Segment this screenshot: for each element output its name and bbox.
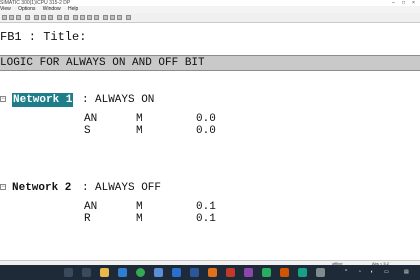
simatic-icon[interactable] [208,268,217,277]
app-icon[interactable] [280,268,289,277]
network-1-separator: : [82,94,89,106]
explorer-icon[interactable] [100,268,109,277]
coil-icon[interactable] [110,15,115,20]
collapse-icon[interactable]: − [0,96,6,102]
menu-item-help[interactable]: Help [68,6,78,12]
stl-area: M [136,113,143,125]
volume-icon[interactable]: ◖ [370,268,373,277]
box-icon[interactable] [117,15,122,20]
notification-icon[interactable]: ▤ [404,268,409,277]
copy-icon[interactable] [41,15,46,20]
store-icon[interactable] [154,268,163,277]
stl-address: 0.1 [196,213,216,225]
clock-icon[interactable]: ▭ [384,268,389,277]
block-comment[interactable]: LOGIC FOR ALWAYS ON AND OFF BIT [0,55,420,71]
contact-icon[interactable] [103,15,108,20]
stl-operation: S [84,125,91,137]
ladder-view-icon[interactable] [80,15,85,20]
collapse-icon[interactable]: − [0,184,6,190]
edge-icon[interactable] [118,268,127,277]
cut-icon[interactable] [34,15,39,20]
stl-area: M [136,213,143,225]
print-icon[interactable] [25,15,30,20]
stl-address: 0.1 [196,201,216,213]
stl-operation: AN [84,201,98,213]
help-icon[interactable] [126,15,131,20]
network-2-comment[interactable]: ALWAYS OFF [95,181,161,195]
stl-operation: R [84,213,91,225]
stl-statement[interactable]: R M 0.1 [84,213,244,225]
app-icon[interactable] [244,268,253,277]
mail-icon[interactable] [172,268,181,277]
stl-editor[interactable]: FB1 : Title: LOGIC FOR ALWAYS ON AND OFF… [0,23,420,260]
menu-item-view[interactable]: View [0,6,11,12]
new-icon[interactable] [2,15,7,20]
network-1-label[interactable]: Network 1 [12,93,74,107]
tray-chevron-icon[interactable]: ^ [345,268,347,277]
stl-statement[interactable]: S M 0.0 [84,125,244,137]
app-icon[interactable] [316,268,325,277]
stl-statement[interactable]: AN M 0.0 [84,113,244,125]
stl-area: M [136,125,143,137]
menu-item-window[interactable]: Window [43,6,61,12]
save-icon[interactable] [16,15,21,20]
toolbar [0,13,420,23]
search-icon[interactable] [64,268,73,277]
menu-item-options[interactable]: Options [18,6,35,12]
fbd-view-icon[interactable] [94,15,99,20]
menu-bar: View Options Window Help [0,6,420,13]
stl-area: M [136,201,143,213]
network-2-separator: : [82,182,89,194]
network-1-comment[interactable]: ALWAYS ON [95,93,154,107]
app-icon[interactable] [262,268,271,277]
stl-statement[interactable]: AN M 0.1 [84,201,244,213]
monitor-icon[interactable] [73,15,78,20]
network-2-label[interactable]: Network 2 [12,181,71,195]
paste-icon[interactable] [48,15,53,20]
network-2-header[interactable]: − Network 2 : ALWAYS OFF [0,181,161,195]
app-icon[interactable] [226,268,235,277]
stl-address: 0.0 [196,113,216,125]
download-icon[interactable] [57,15,62,20]
wifi-icon[interactable]: ◔ [358,268,361,277]
network-1-header[interactable]: − Network 1 : ALWAYS ON [0,93,154,107]
open-icon[interactable] [9,15,14,20]
windows-taskbar: ^ ◔ ◖ ▭ ▤ [0,265,420,280]
chrome-icon[interactable] [136,268,145,277]
task-view-icon[interactable] [82,268,91,277]
stl-operation: AN [84,113,98,125]
app-icon[interactable] [298,268,307,277]
word-icon[interactable] [190,268,199,277]
upload-icon[interactable] [64,15,69,20]
stl-view-icon[interactable] [87,15,92,20]
block-title[interactable]: FB1 : Title: [0,30,86,44]
stl-address: 0.0 [196,125,216,137]
